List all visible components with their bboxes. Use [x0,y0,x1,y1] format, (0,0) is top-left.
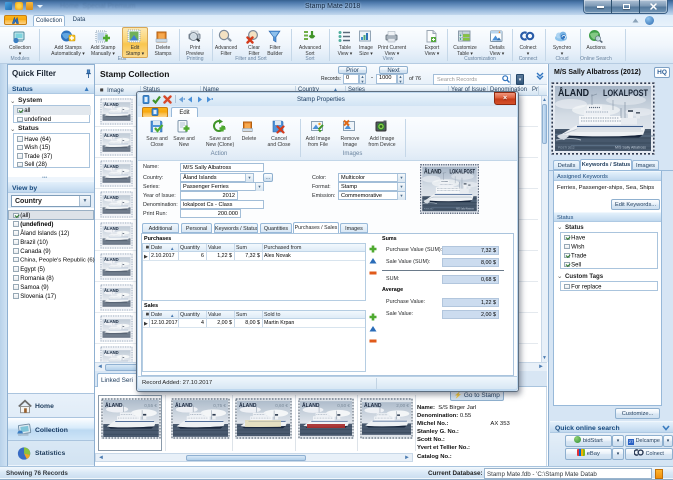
svg-text:0,50 €: 0,50 € [337,403,350,408]
svg-text:0,60 €: 0,60 € [275,403,288,408]
svg-text:2,00 €: 2,00 € [396,403,409,408]
svg-text:ÅLAND: ÅLAND [364,402,382,409]
svg-text:ÅLAND: ÅLAND [175,402,193,409]
svg-text:ÅLAND: ÅLAND [105,402,123,409]
svg-text:ÅLAND: ÅLAND [302,402,320,409]
svg-text:0,75 €: 0,75 € [213,403,226,408]
svg-text:0,55 €: 0,55 € [144,403,157,408]
svg-text:ÅLAND: ÅLAND [239,402,257,409]
